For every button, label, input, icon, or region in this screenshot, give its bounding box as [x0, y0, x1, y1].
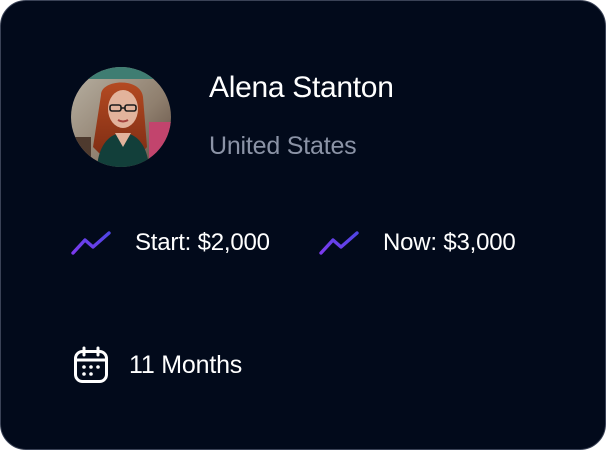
profile-name: Alena Stanton	[209, 71, 394, 104]
stat-start: Start: $2,000	[71, 225, 270, 261]
duration-label: 11 Months	[129, 351, 243, 379]
stat-start-label: Start: $2,000	[135, 229, 270, 256]
avatar-photo	[71, 67, 171, 167]
calendar-icon	[74, 346, 108, 383]
trending-up-icon	[71, 231, 111, 255]
avatar	[71, 67, 171, 167]
profile-card: Alena Stanton United States Start: $2,00…	[0, 0, 606, 450]
trending-up-icon	[319, 231, 359, 255]
stat-now-label: Now: $3,000	[383, 229, 516, 256]
profile-location: United States	[209, 132, 357, 160]
duration: 11 Months	[73, 346, 242, 384]
stat-now: Now: $3,000	[319, 225, 516, 261]
